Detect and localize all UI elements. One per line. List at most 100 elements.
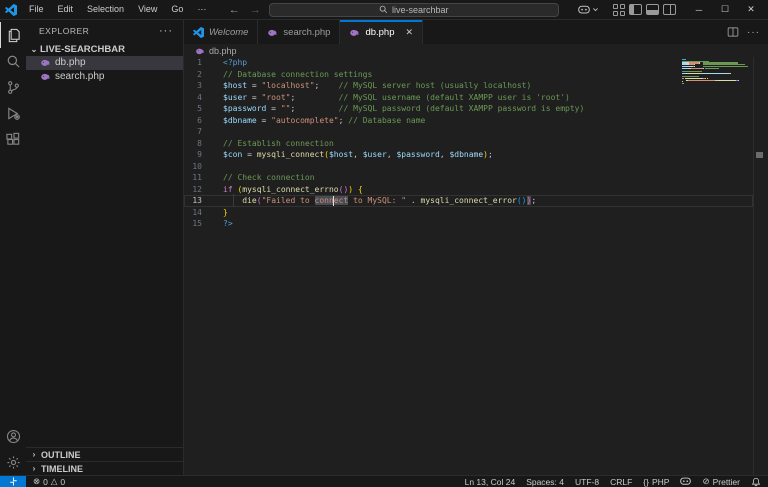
menu-item-go[interactable]: Go [164, 0, 190, 19]
code-line-text: die("Failed to connect to MySQL: " . mys… [202, 195, 536, 206]
code-editor[interactable]: 1 <?php 2 // Database connection settings 3 $… [184, 57, 768, 475]
tab-welcome[interactable]: Welcome [184, 20, 259, 44]
toggle-secondary-sidebar-button[interactable] [663, 4, 676, 15]
minimize-button[interactable]: ─ [686, 0, 712, 19]
code-line-7[interactable]: 7 [184, 126, 753, 138]
activity-bar-explorer-icon[interactable] [0, 22, 26, 48]
tab-db-php[interactable]: db.php ✕ [340, 20, 424, 44]
menu-item-edit[interactable]: Edit [51, 0, 81, 19]
command-center-search[interactable]: live-searchbar [268, 2, 559, 17]
code-line-13[interactable]: 13 die("Failed to connect to MySQL: " . … [184, 195, 753, 207]
code-line-4[interactable]: 4 $user = "root"; // MySQL username (defa… [184, 92, 753, 104]
tab-label: Welcome [209, 26, 249, 38]
line-number: 3 [197, 81, 202, 91]
editor-more-actions-icon[interactable]: ··· [747, 27, 760, 38]
menu-item-selection[interactable]: Selection [80, 0, 131, 19]
language-mode-indicator[interactable]: {} PHP [643, 477, 669, 487]
code-line-9[interactable]: 9 $con = mysqli_connect($host, $user, $pa… [184, 149, 753, 161]
line-number: 10 [192, 161, 202, 171]
breadcrumb[interactable]: db.php [184, 44, 768, 57]
code-line-text: // Check connection [223, 173, 315, 183]
toggle-panel-button[interactable] [646, 4, 659, 15]
code-line-5[interactable]: 5 $password = ""; // MySQL password (defa… [184, 103, 753, 115]
php-icon [268, 29, 277, 36]
problems-indicator[interactable]: ⊗ 0 △ 0 [26, 476, 65, 487]
line-number: 6 [197, 115, 202, 125]
root-folder-row[interactable]: ⌄ LIVE-SEARCHBAR [26, 42, 183, 56]
minimap[interactable] [682, 59, 752, 85]
eol-indicator[interactable]: CRLF [610, 477, 632, 487]
code-line-14[interactable]: 14} [184, 207, 753, 219]
line-number: 11 [192, 173, 202, 183]
code-line-text: ?> [223, 219, 233, 229]
code-line-1[interactable]: 1 <?php [184, 57, 753, 69]
activity-bar-run-debug-icon[interactable] [0, 100, 26, 126]
notifications-bell-button[interactable] [751, 477, 761, 487]
code-line-text: $host = "localhost"; // MySQL server hos… [223, 81, 532, 91]
code-line-8[interactable]: 8 // Establish connection [184, 138, 753, 150]
php-file-icon [195, 46, 205, 56]
activity-bar [0, 20, 26, 475]
file-item-db-php[interactable]: db.php [26, 56, 183, 70]
forward-arrow-icon[interactable]: → [250, 4, 261, 16]
chevron-down-icon: ⌄ [30, 44, 38, 54]
line-number: 7 [197, 127, 202, 137]
copilot-status-button[interactable] [680, 477, 692, 486]
breadcrumb-file-label: db.php [209, 45, 237, 56]
menu-item-view[interactable]: View [131, 0, 164, 19]
php-icon [350, 29, 359, 36]
explorer-header-label: EXPLORER [39, 26, 90, 36]
maximize-button[interactable]: ☐ [712, 0, 738, 19]
search-box-value: live-searchbar [391, 4, 449, 15]
file-item-search-php[interactable]: search.php [26, 70, 183, 84]
customize-layout-button[interactable] [613, 3, 625, 16]
activity-bar-extensions-icon[interactable] [0, 126, 26, 152]
code-line-text: $password = ""; // MySQL password (defau… [223, 104, 585, 114]
explorer-more-actions-button[interactable]: ··· [159, 25, 173, 37]
menu-item-file[interactable]: File [22, 0, 51, 19]
code-line-15[interactable]: 15 ?> [184, 218, 753, 230]
line-number: 9 [197, 150, 202, 160]
bell-icon [751, 477, 761, 486]
encoding-indicator[interactable]: UTF-8 [575, 477, 599, 487]
line-number: 13 [192, 196, 202, 206]
chevron-down-icon [593, 8, 598, 12]
root-folder-label: LIVE-SEARCHBAR [40, 43, 125, 55]
activity-bar-settings-icon[interactable] [0, 449, 26, 475]
chevron-right-icon: › [32, 464, 36, 473]
back-arrow-icon[interactable]: ← [229, 4, 240, 16]
remote-indicator[interactable] [0, 476, 26, 487]
split-editor-icon[interactable] [727, 26, 739, 38]
menu-item-[interactable]: ··· [190, 0, 213, 19]
copilot-menu-button[interactable] [574, 4, 603, 16]
copilot-icon [578, 5, 590, 14]
formatter-indicator[interactable]: ⊘ Prettier [702, 476, 740, 487]
code-line-3[interactable]: 3 $host = "localhost"; // MySQL server ho… [184, 80, 753, 92]
line-number: 2 [197, 69, 202, 79]
error-icon: ⊗ [33, 476, 41, 486]
toggle-primary-sidebar-button[interactable] [629, 4, 642, 15]
code-line-10[interactable]: 10 [184, 161, 753, 173]
indentation-indicator[interactable]: Spaces: 4 [526, 477, 564, 487]
code-line-2[interactable]: 2 // Database connection settings [184, 69, 753, 81]
line-number: 8 [197, 138, 202, 148]
close-window-button[interactable]: ✕ [738, 0, 764, 19]
close-tab-icon[interactable]: ✕ [406, 27, 414, 38]
code-line-text: $dbname = "autocomplete"; // Database na… [223, 115, 426, 125]
editor-scrollbar[interactable] [753, 57, 768, 475]
warning-count: 0 [60, 476, 66, 487]
activity-bar-search-icon[interactable] [0, 48, 26, 74]
code-line-11[interactable]: 11 // Check connection [184, 172, 753, 184]
line-number: 1 [197, 58, 202, 68]
code-line-12[interactable]: 12 if (mysqli_connect_errno()) { [184, 184, 753, 196]
code-line-text: } [223, 207, 228, 217]
activity-bar-accounts-icon[interactable] [0, 423, 26, 449]
tab-bar: Welcome search.php db.php ✕ ··· [184, 20, 768, 44]
tab-search-php[interactable]: search.php [258, 20, 341, 44]
timeline-section-header[interactable]: › TIMELINE [26, 461, 183, 475]
code-line-6[interactable]: 6 $dbname = "autocomplete"; // Database n… [184, 115, 753, 127]
code-line-text: $con = mysqli_connect($host, $user, $pas… [223, 150, 493, 160]
activity-bar-source-control-icon[interactable] [0, 74, 26, 100]
outline-section-header[interactable]: › OUTLINE [26, 447, 183, 461]
cursor-position-indicator[interactable]: Ln 13, Col 24 [465, 477, 516, 487]
